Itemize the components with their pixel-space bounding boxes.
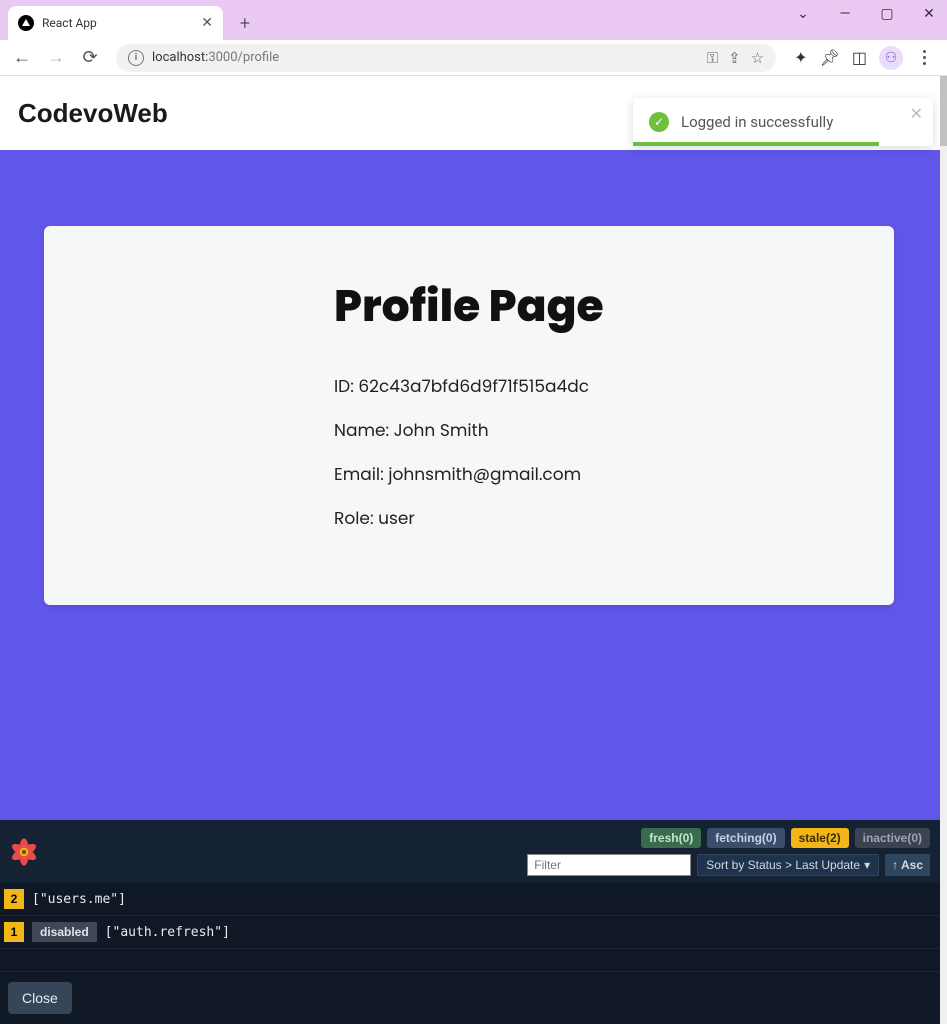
query-row[interactable]: 1 disabled ["auth.refresh"] (0, 916, 940, 949)
close-tab-icon[interactable]: ✕ (201, 15, 213, 31)
pill-inactive[interactable]: inactive(0) (855, 828, 930, 848)
kebab-menu-icon[interactable] (915, 50, 933, 65)
react-query-logo-icon[interactable] (4, 832, 44, 872)
query-key: ["users.me"] (32, 892, 126, 907)
url-text: localhost:3000/profile (152, 50, 699, 65)
pill-fresh[interactable]: fresh(0) (641, 828, 701, 848)
query-key: ["auth.refresh"] (105, 925, 230, 940)
reload-button[interactable]: ⟳ (76, 44, 104, 72)
maximize-icon[interactable]: ▢ (875, 6, 899, 22)
pill-fetching[interactable]: fetching(0) (707, 828, 784, 848)
devtools-header: fresh(0) fetching(0) stale(2) inactive(0… (0, 820, 940, 883)
site-info-icon[interactable]: i (128, 50, 144, 66)
asc-button[interactable]: ↑ Asc (885, 854, 930, 876)
star-icon[interactable]: ☆ (751, 49, 764, 67)
tab-title: React App (42, 16, 97, 30)
react-query-devtools: fresh(0) fetching(0) stale(2) inactive(0… (0, 820, 940, 1024)
profile-card: Profile Page ID: 62c43a7bfd6d9f71f515a4d… (44, 226, 894, 605)
toast-message: Logged in successfully (681, 113, 833, 131)
pin-icon[interactable]: 📌︎ (820, 48, 840, 67)
check-icon: ✓ (649, 112, 669, 132)
profile-role: Role: user (334, 505, 834, 531)
observer-count-badge: 1 (4, 922, 24, 942)
url-path: 3000/profile (208, 50, 279, 65)
browser-tab[interactable]: React App ✕ (8, 6, 223, 40)
observer-count-badge: 2 (4, 889, 24, 909)
key-icon[interactable]: ⚿ (707, 49, 718, 67)
window-controls: ⌄ — ▢ ✕ (791, 6, 941, 22)
profile-name: Name: John Smith (334, 417, 834, 443)
filter-input[interactable] (527, 854, 691, 876)
pill-stale[interactable]: stale(2) (791, 828, 849, 848)
address-bar[interactable]: i localhost:3000/profile ⚿ ⇪ ☆ (116, 44, 776, 72)
panel-icon[interactable]: ◫ (852, 48, 867, 67)
browser-titlebar: React App ✕ + ⌄ — ▢ ✕ (0, 0, 947, 40)
extensions-icon[interactable]: ✦ (794, 48, 807, 67)
scroll-thumb[interactable] (940, 76, 947, 146)
forward-button[interactable]: → (42, 44, 70, 72)
profile-id: ID: 62c43a7bfd6d9f71f515a4dc (334, 373, 834, 399)
share-icon[interactable]: ⇪ (728, 49, 741, 67)
browser-toolbar: ← → ⟳ i localhost:3000/profile ⚿ ⇪ ☆ ✦ 📌… (0, 40, 947, 76)
back-button[interactable]: ← (8, 44, 36, 72)
caret-down-icon: ▾ (864, 858, 870, 872)
disabled-badge: disabled (32, 922, 97, 942)
close-window-icon[interactable]: ✕ (917, 6, 941, 22)
url-host: localhost: (152, 50, 208, 65)
page-hero: Profile Page ID: 62c43a7bfd6d9f71f515a4d… (0, 150, 947, 820)
status-pills: fresh(0) fetching(0) stale(2) inactive(0… (641, 828, 930, 848)
new-tab-button[interactable]: + (231, 9, 259, 37)
profile-email: Email: johnsmith@gmail.com (334, 461, 834, 487)
profile-avatar-icon[interactable]: ⚇ (879, 46, 903, 70)
close-toast-icon[interactable]: ✕ (910, 104, 923, 123)
chevron-down-icon[interactable]: ⌄ (791, 6, 815, 22)
scrollbar[interactable] (940, 76, 947, 1024)
page-title: Profile Page (334, 274, 834, 339)
sort-button[interactable]: Sort by Status > Last Update ▾ (697, 854, 879, 876)
favicon-icon (18, 15, 34, 31)
devtools-footer: Close (0, 971, 940, 1024)
minimize-icon[interactable]: — (833, 6, 857, 22)
close-devtools-button[interactable]: Close (8, 982, 72, 1014)
query-row[interactable]: 2 ["users.me"] (0, 883, 940, 916)
toast-progress (633, 142, 879, 146)
query-list: 2 ["users.me"] 1 disabled ["auth.refresh… (0, 883, 940, 971)
toast-notification: ✓ Logged in successfully ✕ (633, 98, 933, 146)
brand-logo[interactable]: CodevoWeb (18, 98, 168, 129)
